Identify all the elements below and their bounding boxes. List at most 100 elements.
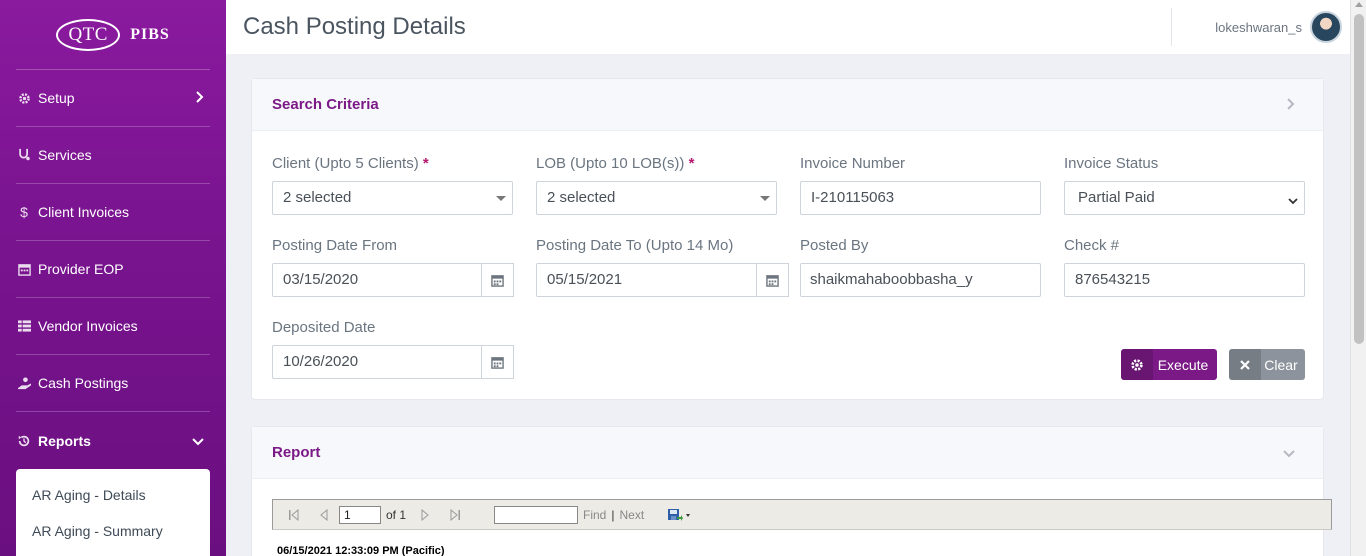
lob-value: 2 selected <box>547 189 616 206</box>
report-timestamp: 06/15/2021 12:33:09 PM (Pacific) <box>277 545 445 556</box>
scroll-up-arrow-icon[interactable] <box>1355 2 1363 7</box>
report-card: Report 1 of 1 Find | Next 06/15/2021 12:… <box>251 426 1332 556</box>
posted-by-input[interactable]: shaikmahaboobbasha_y <box>800 263 1041 297</box>
page-scrollbar[interactable] <box>1350 0 1366 556</box>
posting-date-to-field: Posting Date To (Upto 14 Mo) 05/15/2021 <box>536 237 789 297</box>
deposited-date-field: Deposited Date 10/26/2020 <box>272 319 514 379</box>
username: lokeshwaran_s <box>1215 19 1302 35</box>
sidebar-item-reports[interactable]: Reports <box>16 412 210 469</box>
dollar-icon: $ <box>20 204 28 220</box>
page-number-input[interactable]: 1 <box>339 505 381 524</box>
submenu-item-ar-aging-details[interactable]: AR Aging - Details <box>16 479 210 515</box>
posting-date-to-input[interactable]: 05/15/2021 <box>536 263 757 297</box>
posting-date-from-input[interactable]: 03/15/2020 <box>272 263 482 297</box>
logo-name: PIBS <box>130 25 170 43</box>
calendar-icon <box>766 274 779 287</box>
first-page-icon[interactable] <box>287 508 301 522</box>
lob-label: LOB (Upto 10 LOB(s)) <box>536 155 685 172</box>
top-header: Cash Posting Details lokeshwaran_s <box>226 0 1350 54</box>
prev-page-icon[interactable] <box>317 508 331 522</box>
posted-by-label: Posted By <box>800 237 869 254</box>
history-icon <box>16 434 32 448</box>
stethoscope-icon <box>16 148 32 162</box>
posted-by-field: Posted By shaikmahaboobbasha_y <box>800 237 1041 297</box>
check-number-field: Check # 876543215 <box>1064 237 1305 297</box>
clear-label: Clear <box>1264 356 1298 373</box>
chevron-right-icon[interactable] <box>1287 97 1295 113</box>
caret-down-icon <box>496 196 506 201</box>
posting-date-from-field: Posting Date From 03/15/2020 <box>272 237 514 297</box>
card-title: Search Criteria <box>272 96 379 113</box>
execute-button[interactable]: Execute <box>1121 349 1217 380</box>
find-link[interactable]: Find <box>583 508 606 522</box>
avatar[interactable] <box>1310 11 1342 43</box>
sidebar-item-vendor-invoices[interactable]: Vendor Invoices <box>16 298 210 355</box>
check-number-label: Check # <box>1064 237 1120 254</box>
search-criteria-header[interactable]: Search Criteria <box>252 79 1323 131</box>
client-multiselect[interactable]: 2 selected <box>272 181 513 215</box>
calendar-icon <box>16 263 32 276</box>
sidebar-item-label: Setup <box>38 90 75 106</box>
sidebar-item-services[interactable]: Services <box>16 127 210 184</box>
calendar-button[interactable] <box>482 263 514 297</box>
logo[interactable]: QTC PIBS <box>16 0 210 70</box>
gear-icon <box>16 92 32 105</box>
check-number-input[interactable]: 876543215 <box>1064 263 1305 297</box>
calendar-icon <box>491 274 504 287</box>
chevron-down-icon <box>1288 192 1298 209</box>
required-mark: * <box>422 155 429 172</box>
calendar-button[interactable] <box>757 263 789 297</box>
export-save-icon[interactable] <box>666 508 692 522</box>
deposited-date-input[interactable]: 10/26/2020 <box>272 345 482 379</box>
chevron-right-icon <box>196 90 204 106</box>
sidebar-item-label: Vendor Invoices <box>38 318 138 334</box>
invoice-status-value: Partial Paid <box>1078 189 1155 206</box>
next-page-icon[interactable] <box>418 508 432 522</box>
sidebar-item-cash-postings[interactable]: Cash Postings <box>16 355 210 412</box>
posting-date-to-label: Posting Date To (Upto 14 Mo) <box>536 237 734 254</box>
next-link[interactable]: Next <box>619 508 644 522</box>
client-value: 2 selected <box>283 189 352 206</box>
scroll-thumb[interactable] <box>1354 14 1364 344</box>
client-label: Client (Upto 5 Clients) <box>272 155 419 172</box>
sidebar: QTC PIBS Setup Services $ Client Invoice… <box>0 0 226 556</box>
submenu-item-ar-aging-summary[interactable]: AR Aging - Summary <box>16 515 210 551</box>
report-viewer-toolbar: 1 of 1 Find | Next <box>272 499 1332 530</box>
page-title: Cash Posting Details <box>243 13 466 40</box>
report-header[interactable]: Report <box>252 427 1323 479</box>
calendar-icon <box>491 356 504 369</box>
search-criteria-card: Search Criteria Client (Upto 5 Clients) … <box>251 78 1324 400</box>
execute-label: Execute <box>1157 356 1209 373</box>
sidebar-item-client-invoices[interactable]: $ Client Invoices <box>16 184 210 241</box>
invoice-status-select[interactable]: Partial Paid <box>1064 181 1305 215</box>
lob-field: LOB (Upto 10 LOB(s)) * 2 selected <box>536 155 777 215</box>
last-page-icon[interactable] <box>448 508 462 522</box>
sidebar-item-provider-eop[interactable]: Provider EOP <box>16 241 210 298</box>
toolbar-separator: | <box>611 507 615 522</box>
page-count: of 1 <box>386 507 407 522</box>
gear-icon <box>1121 349 1153 380</box>
hand-coin-icon <box>16 376 32 390</box>
lob-multiselect[interactable]: 2 selected <box>536 181 777 215</box>
sidebar-item-setup[interactable]: Setup <box>16 70 210 127</box>
posting-date-from-label: Posting Date From <box>272 237 398 254</box>
close-icon <box>1229 349 1261 380</box>
logo-mark: QTC <box>56 18 121 51</box>
user-menu[interactable]: lokeshwaran_s <box>1215 11 1342 43</box>
sidebar-item-label: Provider EOP <box>38 261 124 277</box>
sidebar-item-label: Services <box>38 147 92 163</box>
invoice-status-field: Invoice Status Partial Paid <box>1064 155 1305 215</box>
chevron-down-icon <box>192 433 204 449</box>
card-title: Report <box>272 444 321 461</box>
table-icon <box>16 320 32 332</box>
chevron-down-icon[interactable] <box>1283 445 1295 461</box>
clear-button[interactable]: Clear <box>1229 349 1305 380</box>
header-divider <box>1171 8 1172 46</box>
find-input[interactable] <box>494 505 579 524</box>
sidebar-item-label: Reports <box>38 432 91 449</box>
invoice-number-label: Invoice Number <box>800 155 906 172</box>
caret-down-icon <box>760 196 770 201</box>
invoice-number-input[interactable]: I-210115063 <box>800 181 1041 215</box>
reports-submenu: AR Aging - Details AR Aging - Summary <box>16 469 210 556</box>
calendar-button[interactable] <box>482 345 514 379</box>
